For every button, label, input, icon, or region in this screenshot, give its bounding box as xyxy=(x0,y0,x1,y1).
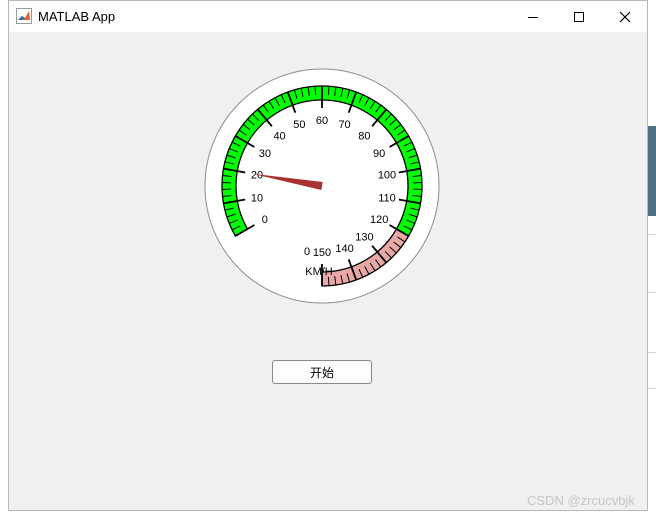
gauge-tick-label: 150 xyxy=(313,247,331,259)
gauge-minor-tick xyxy=(314,86,317,96)
background-divider xyxy=(648,352,656,353)
minimize-icon xyxy=(528,16,538,18)
gauge-tick-label: 0 xyxy=(262,214,268,226)
start-button[interactable]: 开始 xyxy=(272,360,372,384)
gauge-tick-label: 10 xyxy=(251,192,263,204)
background-window-panel xyxy=(648,126,656,216)
gauge-tick-label: 130 xyxy=(355,232,373,244)
gauge-minor-tick xyxy=(327,276,330,286)
gauge-tick-label: 120 xyxy=(370,214,388,226)
title-bar: MATLAB App xyxy=(9,1,647,32)
close-icon xyxy=(619,11,631,22)
gauge-tick-label: 90 xyxy=(373,148,385,160)
gauge-tick-label: 40 xyxy=(273,130,285,142)
close-button[interactable] xyxy=(602,1,648,32)
watermark: CSDN @zrcucvbjk xyxy=(527,493,635,508)
maximize-button[interactable] xyxy=(556,1,602,32)
speed-gauge: 01020304050 60 708090100110120130140150 0 … xyxy=(204,68,440,304)
maximize-icon xyxy=(574,11,584,22)
background-divider xyxy=(648,234,656,235)
gauge-value-readout: 0 xyxy=(304,246,310,258)
gauge-tick-label: 60 xyxy=(316,115,328,127)
background-divider xyxy=(648,388,656,389)
gauge-tick-label: 50 xyxy=(293,119,305,131)
gauge-tick-label: 80 xyxy=(358,130,370,142)
background-window-edge xyxy=(648,0,656,519)
gauge-tick-label: 30 xyxy=(259,148,271,160)
gauge-tick-label: 110 xyxy=(378,192,396,204)
window-title: MATLAB App xyxy=(38,9,116,24)
gauge-minor-tick xyxy=(327,86,330,96)
background-divider xyxy=(648,292,656,293)
gauge-tick-label: 100 xyxy=(378,170,396,182)
matlab-app-window: MATLAB App 0 10 20 30 40 50 60 70 80 90 100 110 120 1… xyxy=(8,0,648,511)
gauge-tick-label: 70 xyxy=(338,119,350,131)
gauge-tick-label: 140 xyxy=(335,243,353,255)
gauge-unit-label: KM/H xyxy=(305,266,333,278)
minimize-button[interactable] xyxy=(510,1,556,32)
matlab-logo-icon xyxy=(16,8,32,24)
